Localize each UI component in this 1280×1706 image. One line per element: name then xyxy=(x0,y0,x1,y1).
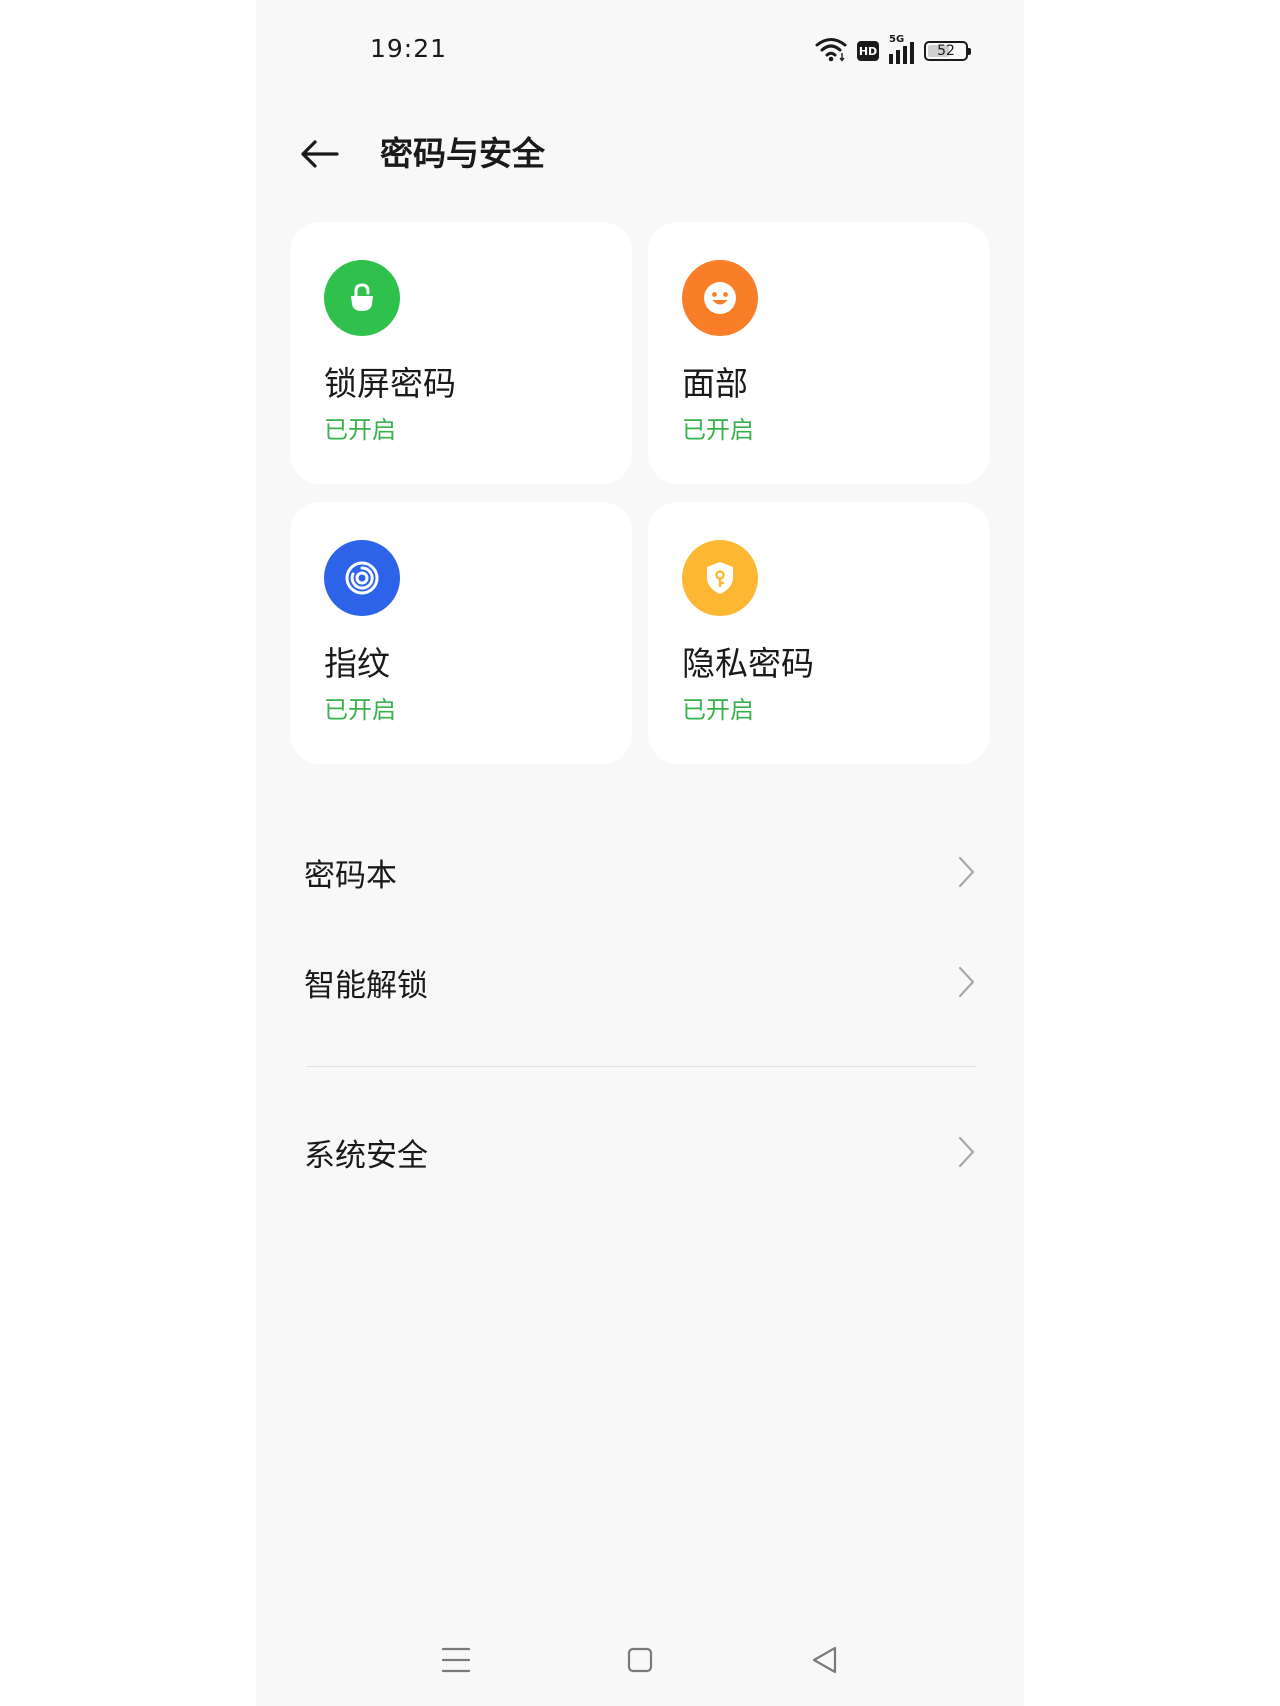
face-icon xyxy=(682,260,758,336)
wifi-icon xyxy=(815,36,847,66)
lock-icon xyxy=(324,260,400,336)
card-privacy-password[interactable]: 隐私密码 已开启 xyxy=(648,502,990,764)
card-fingerprint[interactable]: 指纹 已开启 xyxy=(290,502,632,764)
card-title: 面部 xyxy=(682,364,748,403)
list-item-smart-unlock[interactable]: 智能解锁 xyxy=(304,942,978,1022)
chevron-right-icon xyxy=(954,964,978,1000)
recent-apps-button[interactable] xyxy=(426,1630,486,1690)
list-item-label: 密码本 xyxy=(304,857,397,894)
fingerprint-icon xyxy=(324,540,400,616)
card-title: 锁屏密码 xyxy=(324,364,456,403)
status-bar: 19:21 HD 5G 52 xyxy=(256,0,1024,104)
list-item-password-book[interactable]: 密码本 xyxy=(304,832,978,912)
page-title: 密码与安全 xyxy=(380,134,545,173)
card-title: 指纹 xyxy=(324,644,390,683)
status-time: 19:21 xyxy=(370,34,448,63)
card-face[interactable]: 面部 已开启 xyxy=(648,222,990,484)
network-type-label: 5G xyxy=(889,34,905,45)
battery-level: 52 xyxy=(937,43,955,59)
square-icon xyxy=(627,1647,653,1673)
triangle-back-icon xyxy=(812,1646,837,1674)
status-icons: HD 5G 52 xyxy=(815,34,971,66)
security-cards-grid: 锁屏密码 已开启 面部 已开启 指纹 已开启 隐私密码 已开启 xyxy=(290,222,990,764)
card-status: 已开启 xyxy=(682,416,754,444)
section-divider xyxy=(306,1066,976,1067)
hd-icon: HD xyxy=(857,41,879,61)
back-arrow-icon xyxy=(301,140,339,168)
back-nav-button[interactable] xyxy=(794,1630,854,1690)
card-title: 隐私密码 xyxy=(682,644,814,683)
chevron-right-icon xyxy=(954,854,978,890)
list-item-label: 智能解锁 xyxy=(304,967,428,1004)
menu-icon xyxy=(441,1647,471,1673)
shield-key-icon xyxy=(682,540,758,616)
back-button[interactable] xyxy=(296,134,342,174)
header: 密码与安全 xyxy=(256,120,1024,190)
chevron-right-icon xyxy=(954,1134,978,1170)
phone-screen: 19:21 HD 5G 52 密码与安全 锁屏密码 已开启 面部 已开启 指纹 … xyxy=(256,0,1024,1706)
card-lock-screen-password[interactable]: 锁屏密码 已开启 xyxy=(290,222,632,484)
cellular-signal-icon: 5G xyxy=(889,34,914,64)
battery-icon: 52 xyxy=(924,41,971,61)
list-item-label: 系统安全 xyxy=(304,1137,428,1174)
navigation-bar xyxy=(256,1630,1024,1690)
card-status: 已开启 xyxy=(324,416,396,444)
card-status: 已开启 xyxy=(682,696,754,724)
card-status: 已开启 xyxy=(324,696,396,724)
list-item-system-security[interactable]: 系统安全 xyxy=(304,1112,978,1192)
home-button[interactable] xyxy=(610,1630,670,1690)
